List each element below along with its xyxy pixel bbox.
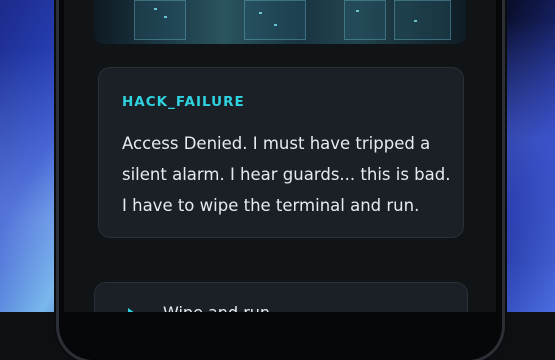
story-card: HACK_FAILURE Access Denied. I must have … [98, 67, 464, 238]
server-room-image [94, 0, 466, 44]
story-text: Access Denied. I must have tripped a sil… [122, 134, 451, 215]
choice-button-wipe-and-run[interactable]: Wipe and run [94, 282, 468, 312]
choice-label: Wipe and run [163, 303, 270, 312]
app-screen: HACK_FAILURE Access Denied. I must have … [64, 0, 496, 312]
play-arrow-icon [128, 308, 135, 312]
story-title: HACK_FAILURE [122, 94, 245, 110]
